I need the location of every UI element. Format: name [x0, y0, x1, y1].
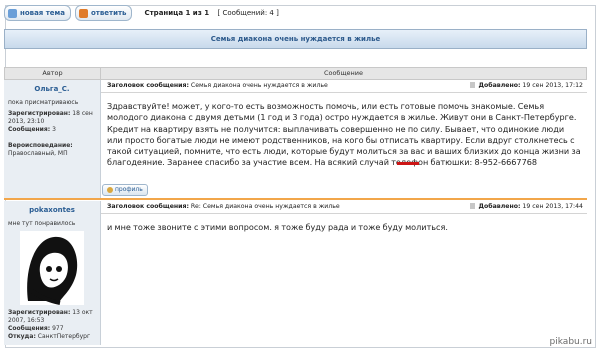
post-content: Заголовок сообщения: Re: Семья диакона о… [101, 201, 587, 345]
date-value: 19 сен 2013, 17:44 [522, 203, 583, 210]
post-header: Заголовок сообщения: Семья диакона очень… [101, 80, 587, 93]
post-body: и мне тоже звоните с этими вопросом. я т… [107, 222, 448, 232]
phone-underline [397, 162, 419, 165]
document-icon [8, 8, 17, 18]
watermark: pikabu.ru [549, 337, 592, 347]
post-subject: Заголовок сообщения: Семья диакона очень… [107, 80, 328, 92]
post-content: Заголовок сообщения: Семья диакона очень… [101, 80, 587, 198]
location-value: СанктПетербург [37, 333, 91, 340]
message-column-header: Сообщение [100, 67, 587, 80]
subject-value: Re: Семья диакона очень нуждается в жиль… [190, 203, 340, 210]
post-date: Добавлено: 19 сен 2013, 17:44 [470, 201, 583, 213]
messages-value: 3 [52, 126, 56, 133]
author-religion: Вероисповедание: Православный, МП [8, 142, 100, 158]
religion-value: Православный, МП [8, 150, 68, 157]
author-rank: мне тут понравилось [8, 220, 76, 227]
post-body: Здравствуйте! может, у кого-то есть возм… [107, 101, 581, 168]
date-label: Добавлено: [478, 203, 521, 210]
reply-button[interactable]: ответить [74, 5, 133, 21]
subject-value: Семья диакона очень нуждается в жилье [190, 82, 328, 89]
post-subject: Заголовок сообщения: Re: Семья диакона о… [107, 201, 340, 213]
new-topic-button[interactable]: новая тема [4, 5, 71, 21]
page-number: Страница 1 из 1 [144, 9, 210, 17]
messages-value: 977 [52, 325, 64, 332]
new-topic-label: новая тема [20, 9, 65, 17]
post-author-panel: Ольга_С. пока присматриваюсь Зарегистрир… [4, 80, 101, 198]
author-registered: Зарегистрирован: 13 окт 2007, 16:53 Сооб… [8, 309, 100, 341]
author-name-link[interactable]: Ольга_С. [4, 85, 100, 93]
post-separator [4, 198, 587, 200]
message-count: [ Сообщений: 4 ] [217, 9, 279, 17]
location-label: Откуда: [8, 333, 36, 340]
messages-label: Сообщения: [8, 126, 51, 133]
subject-label: Заголовок сообщения: [107, 82, 189, 89]
religion-label: Вероисповедание: [8, 142, 73, 149]
date-label: Добавлено: [478, 82, 521, 89]
topic-title: Семья диакона очень нуждается в жилье [4, 29, 587, 49]
page-info: Страница 1 из 1 [ Сообщений: 4 ] [144, 9, 278, 17]
reply-label: ответить [90, 9, 127, 17]
post-header: Заголовок сообщения: Re: Семья диакона о… [101, 201, 587, 214]
messages-label: Сообщения: [8, 325, 51, 332]
avatar [20, 231, 84, 305]
registered-label: Зарегистрирован: [8, 309, 71, 316]
post-1: Ольга_С. пока присматриваюсь Зарегистрир… [4, 80, 587, 198]
subject-label: Заголовок сообщения: [107, 203, 189, 210]
profile-label: профиль [115, 186, 143, 193]
profile-button[interactable]: профиль [102, 184, 148, 196]
author-registered: Зарегистрирован: 18 сен 2013, 23:10 Сооб… [8, 110, 100, 134]
author-rank: пока присматриваюсь [8, 99, 79, 106]
toolbar: новая тема ответить Страница 1 из 1 [ Со… [4, 5, 279, 21]
author-column-header: Автор [4, 67, 101, 80]
pencil-icon [78, 8, 88, 18]
post-author-panel: pokaxontes мне тут понравилось Зарегистр… [4, 201, 101, 345]
date-value: 19 сен 2013, 17:12 [522, 82, 583, 89]
post-date: Добавлено: 19 сен 2013, 17:12 [470, 80, 583, 92]
post-2: pokaxontes мне тут понравилось Зарегистр… [4, 201, 587, 345]
registered-label: Зарегистрирован: [8, 110, 71, 117]
user-icon [107, 187, 113, 193]
author-name-link[interactable]: pokaxontes [4, 206, 100, 214]
